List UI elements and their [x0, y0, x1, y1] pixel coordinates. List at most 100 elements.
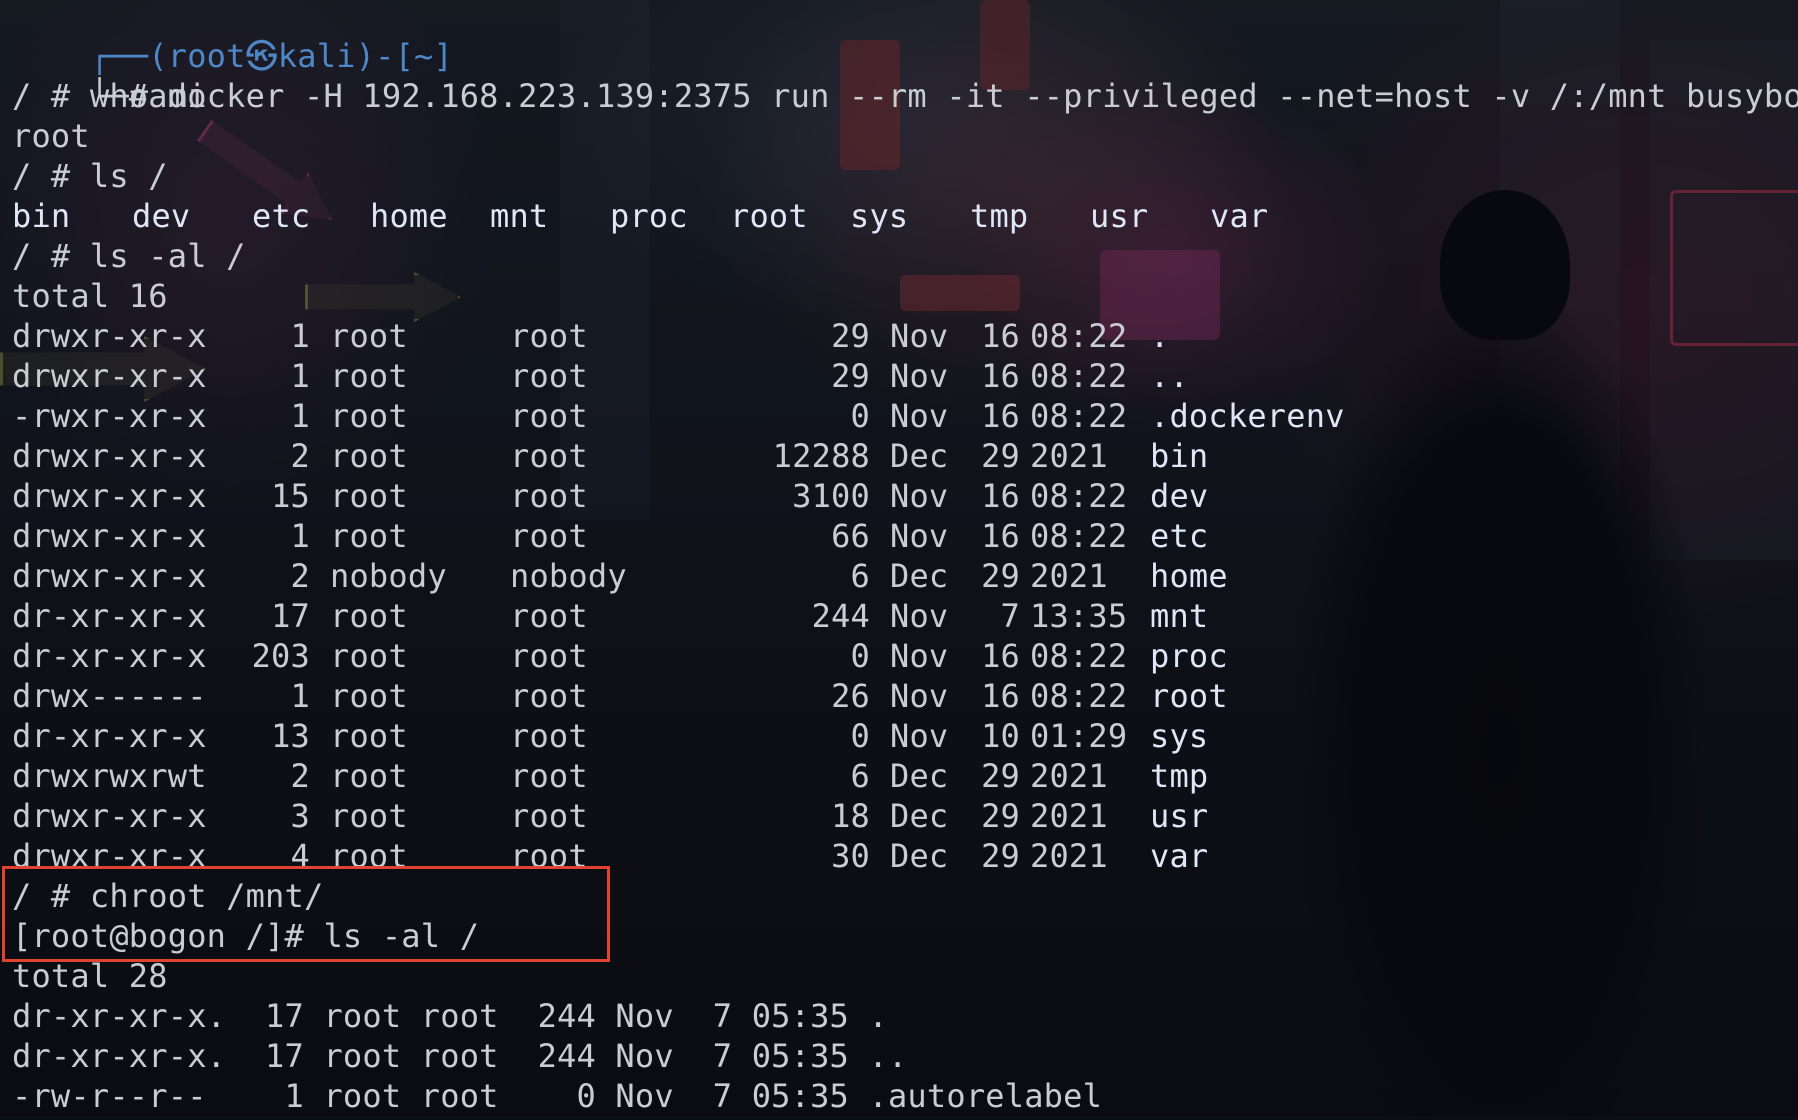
listing-day: 7	[1000, 597, 1020, 635]
dir-entry: mnt	[490, 197, 549, 235]
listing-owner: root	[330, 797, 408, 835]
listing-size: 29	[831, 357, 870, 395]
listing-day: 16	[981, 637, 1020, 675]
listing-row: drwxr-xr-x 3 root root 18 Dec 29 2021 usr	[12, 796, 1512, 836]
dir-entry: etc	[252, 197, 311, 235]
listing-perm: -rwxr-xr-x	[12, 397, 207, 435]
listing-group: root	[510, 357, 588, 395]
listing-size: 29	[831, 317, 870, 355]
listing-group: root	[510, 757, 588, 795]
listing-name: dev	[1150, 477, 1209, 515]
listing-name: root	[1150, 677, 1228, 715]
listing-name: sys	[1150, 717, 1209, 755]
listing-perm: drwxr-xr-x	[12, 357, 207, 395]
ls-root-output: bin dev etc home mnt proc root sys tmp u…	[12, 196, 1412, 236]
listing-name: usr	[1150, 797, 1209, 835]
listing-month: Nov	[890, 517, 949, 555]
terminal-window[interactable]: ┌──(root㉿kali)-[~] └─# docker -H 192.168…	[0, 0, 1798, 1116]
dir-entry: proc	[610, 197, 688, 235]
listing-month: Dec	[890, 437, 949, 475]
listing-month: Nov	[890, 317, 949, 355]
listing-month: Nov	[890, 477, 949, 515]
listing-owner: nobody	[330, 557, 447, 595]
listing-row: drwxr-xr-x 1 root root 29 Nov 16 08:22.	[12, 316, 1512, 356]
listing-group: nobody	[510, 557, 627, 595]
listing-time: 08:22	[1030, 517, 1128, 555]
listing-owner: root	[330, 717, 408, 755]
listing-size: 0	[850, 397, 870, 435]
listing2-row: dr-xr-xr-x. 17 root root 244 Nov 7 05:35…	[12, 997, 888, 1035]
listing-owner: root	[330, 397, 408, 435]
listing-links: 1	[290, 397, 310, 435]
listing-time: 2021	[1030, 437, 1108, 475]
terminal-line: root	[12, 117, 90, 155]
listing-time: 13:35	[1030, 597, 1128, 635]
listing-size: 18	[831, 797, 870, 835]
listing-row: drwxr-xr-x 2 nobody nobody 6 Dec 29 2021 home	[12, 556, 1512, 596]
listing-links: 17	[271, 597, 310, 635]
listing-time: 2021	[1030, 797, 1108, 835]
listing-name: ..	[1150, 357, 1189, 395]
listing-time: 08:22	[1030, 677, 1128, 715]
listing-name: .dockerenv	[1150, 397, 1345, 435]
listing-group: root	[510, 397, 588, 435]
listing-perm: dr-xr-xr-x	[12, 597, 207, 635]
command-line: └─# docker -H 192.168.223.139:2375 run -…	[12, 36, 1798, 115]
listing-day: 29	[981, 437, 1020, 475]
listing-month: Dec	[890, 797, 949, 835]
listing-row: drwx------ 1 root root 26 Nov 16 08:22 root	[12, 676, 1512, 716]
listing-group: root	[510, 677, 588, 715]
listing-time: 08:22	[1030, 637, 1128, 675]
listing-size: 6	[850, 757, 870, 795]
listing-day: 16	[981, 397, 1020, 435]
listing-time: 2021	[1030, 557, 1108, 595]
listing-size: 0	[850, 637, 870, 675]
listing-size: 30	[831, 837, 870, 875]
listing2-row: -rw-r--r-- 1 root root 0 Nov 7 05:35 .au…	[12, 1077, 1103, 1115]
listing-size: 12288	[772, 437, 870, 475]
listing-day: 29	[981, 837, 1020, 875]
listing-day: 29	[981, 757, 1020, 795]
listing-row: drwxr-xr-x 1 root root 66 Nov 16 08:22 etc	[12, 516, 1512, 556]
listing-time: 08:22	[1030, 477, 1128, 515]
dir-entry: usr	[1090, 197, 1149, 235]
listing-name: tmp	[1150, 757, 1209, 795]
listing-group: root	[510, 797, 588, 835]
listing-row: drwxr-xr-x 2 root root 12288 Dec 29 2021 bin	[12, 436, 1512, 476]
docker-command: └─# docker -H 192.168.223.139:2375 run -…	[89, 77, 1798, 115]
listing-month: Nov	[890, 677, 949, 715]
listing-perm: dr-xr-xr-x	[12, 637, 207, 675]
listing-time: 01:29	[1030, 717, 1128, 755]
listing-perm: drwxrwxrwt	[12, 757, 207, 795]
terminal-line: / # chroot /mnt/	[12, 877, 324, 915]
listing-owner: root	[330, 757, 408, 795]
listing-row: dr-xr-xr-x 17 root root 244 Nov 7 13:35 mnt	[12, 596, 1512, 636]
listing-links: 2	[290, 437, 310, 475]
listing-group: root	[510, 317, 588, 355]
terminal-line: total 28	[12, 957, 168, 995]
listing-owner: root	[330, 637, 408, 675]
listing-month: Nov	[890, 717, 949, 755]
listing-name: .	[1150, 317, 1170, 355]
listing-row: drwxr-xr-x 1 root root 29 Nov 16 08:22..	[12, 356, 1512, 396]
listing-size: 6	[850, 557, 870, 595]
listing-row: dr-xr-xr-x 13 root root 0 Nov 10 01:29 sys	[12, 716, 1512, 756]
terminal-line: / # ls /	[12, 157, 168, 195]
listing-owner: root	[330, 317, 408, 355]
listing-group: root	[510, 717, 588, 755]
dir-entry: root	[730, 197, 808, 235]
listing-perm: dr-xr-xr-x	[12, 717, 207, 755]
listing-day: 10	[981, 717, 1020, 755]
listing-day: 29	[981, 797, 1020, 835]
listing-links: 3	[290, 797, 310, 835]
listing-links: 1	[290, 517, 310, 555]
listing-size: 0	[850, 717, 870, 755]
listing-owner: root	[330, 437, 408, 475]
listing-owner: root	[330, 597, 408, 635]
terminal-line: [root@bogon /]# ls -al /	[12, 917, 480, 955]
listing-group: root	[510, 597, 588, 635]
terminal-line: / # ls -al /	[12, 237, 246, 275]
listing-month: Nov	[890, 397, 949, 435]
terminal-line: / # whoami	[12, 77, 207, 115]
listing-row: drwxrwxrwt 2 root root 6 Dec 29 2021 tmp	[12, 756, 1512, 796]
